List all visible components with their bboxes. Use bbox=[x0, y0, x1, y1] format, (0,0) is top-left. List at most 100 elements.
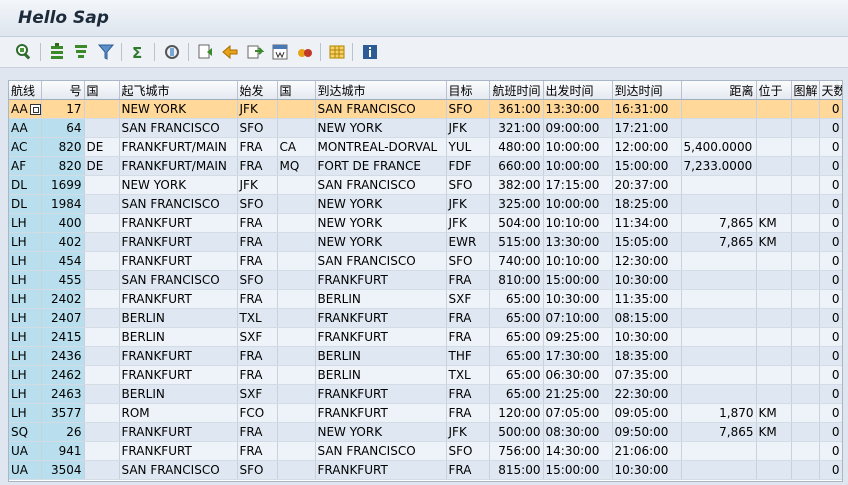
table-cell[interactable] bbox=[756, 156, 792, 176]
table-cell[interactable]: AA bbox=[9, 118, 42, 138]
table-cell[interactable]: 15:00:00 bbox=[612, 156, 682, 176]
table-cell[interactable]: FRA bbox=[446, 270, 490, 290]
table-cell[interactable]: SFO bbox=[446, 175, 490, 195]
table-cell[interactable]: NEW YORK bbox=[315, 118, 447, 138]
table-cell[interactable]: 0 bbox=[819, 213, 842, 233]
table-cell[interactable]: JFK bbox=[446, 194, 490, 214]
table-cell[interactable]: 08:15:00 bbox=[612, 308, 682, 328]
table-cell[interactable] bbox=[756, 365, 792, 385]
send-icon[interactable] bbox=[245, 42, 265, 62]
table-cell[interactable] bbox=[84, 194, 120, 214]
column-header[interactable]: 国 bbox=[84, 81, 120, 100]
table-cell[interactable]: AF bbox=[9, 156, 42, 176]
table-cell[interactable] bbox=[84, 118, 120, 138]
table-cell[interactable] bbox=[681, 460, 757, 480]
table-cell[interactable]: NEW YORK bbox=[315, 232, 447, 252]
table-cell[interactable] bbox=[277, 422, 316, 442]
filter-icon[interactable] bbox=[96, 42, 116, 62]
table-cell[interactable]: 0 bbox=[819, 441, 842, 461]
table-cell[interactable]: 12:00:00 bbox=[612, 137, 682, 157]
table-row[interactable]: UA 3504 SAN FRANCISCO SFO FRANKFURT FRA 815:00… bbox=[9, 460, 842, 480]
table-cell[interactable]: LH bbox=[9, 346, 42, 366]
table-cell[interactable] bbox=[277, 327, 316, 347]
table-cell[interactable]: AC bbox=[9, 137, 42, 157]
table-cell[interactable] bbox=[791, 137, 820, 157]
table-row[interactable]: UA 941 FRANKFURT FRA SAN FRANCISCO SFO 756:00 1… bbox=[9, 441, 842, 461]
word-icon[interactable] bbox=[270, 42, 290, 62]
table-cell[interactable] bbox=[756, 251, 792, 271]
table-cell[interactable] bbox=[756, 308, 792, 328]
table-cell[interactable]: FRA bbox=[446, 327, 490, 347]
table-cell[interactable] bbox=[277, 365, 316, 385]
table-cell[interactable]: 10:30:00 bbox=[612, 270, 682, 290]
table-cell[interactable] bbox=[791, 327, 820, 347]
table-cell[interactable]: 0 bbox=[819, 251, 842, 271]
sort-descending-icon[interactable] bbox=[71, 42, 91, 62]
table-cell[interactable]: 504:00 bbox=[489, 213, 544, 233]
table-cell[interactable]: FRANKFURT/MAIN bbox=[119, 156, 238, 176]
export-icon[interactable] bbox=[220, 42, 240, 62]
table-cell[interactable]: 08:30:00 bbox=[543, 422, 613, 442]
column-header[interactable]: 航线 bbox=[9, 81, 42, 100]
table-cell[interactable]: 07:05:00 bbox=[543, 403, 613, 423]
table-cell[interactable]: FORT DE FRANCE bbox=[315, 156, 447, 176]
table-cell[interactable]: 10:30:00 bbox=[612, 327, 682, 347]
table-cell[interactable] bbox=[791, 99, 820, 119]
table-cell[interactable]: SXF bbox=[446, 289, 490, 309]
table-cell[interactable] bbox=[277, 460, 316, 480]
table-cell[interactable]: SAN FRANCISCO bbox=[315, 99, 447, 119]
column-header[interactable]: 航班时间 bbox=[489, 81, 544, 100]
table-cell[interactable] bbox=[277, 384, 316, 404]
table-cell[interactable]: JFK bbox=[446, 118, 490, 138]
table-cell[interactable]: FRANKFURT bbox=[315, 308, 447, 328]
table-cell[interactable]: UA bbox=[9, 460, 42, 480]
table-cell[interactable]: FRANKFURT bbox=[315, 327, 447, 347]
table-cell[interactable]: KM bbox=[756, 213, 792, 233]
table-cell[interactable]: 2462 bbox=[41, 365, 85, 385]
table-cell[interactable]: FRA bbox=[237, 232, 278, 252]
table-cell[interactable]: FRANKFURT bbox=[119, 251, 238, 271]
table-cell[interactable]: 0 bbox=[819, 308, 842, 328]
table-cell[interactable] bbox=[277, 270, 316, 290]
table-cell[interactable] bbox=[791, 213, 820, 233]
table-cell[interactable]: SFO bbox=[446, 99, 490, 119]
table-cell[interactable] bbox=[681, 251, 757, 271]
table-cell[interactable]: 14:30:00 bbox=[543, 441, 613, 461]
table-cell[interactable] bbox=[681, 365, 757, 385]
table-cell[interactable] bbox=[681, 289, 757, 309]
table-cell[interactable]: 3577 bbox=[41, 403, 85, 423]
table-cell[interactable]: JFK bbox=[237, 99, 278, 119]
table-cell[interactable]: FRANKFURT bbox=[119, 289, 238, 309]
table-cell[interactable]: BERLIN bbox=[119, 384, 238, 404]
table-cell[interactable]: 2463 bbox=[41, 384, 85, 404]
table-cell[interactable]: JFK bbox=[237, 175, 278, 195]
table-cell[interactable]: 65:00 bbox=[489, 289, 544, 309]
table-cell[interactable] bbox=[84, 289, 120, 309]
table-cell[interactable]: 0 bbox=[819, 422, 842, 442]
table-cell[interactable]: BERLIN bbox=[119, 308, 238, 328]
table-cell[interactable]: 65:00 bbox=[489, 327, 544, 347]
table-cell[interactable]: BERLIN bbox=[315, 289, 447, 309]
table-cell[interactable]: FRA bbox=[237, 156, 278, 176]
details-icon[interactable] bbox=[14, 42, 34, 62]
table-cell[interactable] bbox=[84, 460, 120, 480]
table-cell[interactable]: TXL bbox=[237, 308, 278, 328]
table-cell[interactable]: 10:30:00 bbox=[612, 460, 682, 480]
table-cell[interactable]: 20:37:00 bbox=[612, 175, 682, 195]
table-cell[interactable] bbox=[84, 327, 120, 347]
table-cell[interactable] bbox=[84, 384, 120, 404]
table-cell[interactable]: SXF bbox=[237, 384, 278, 404]
table-cell[interactable]: LH bbox=[9, 365, 42, 385]
table-cell[interactable] bbox=[791, 251, 820, 271]
table-cell[interactable]: LH bbox=[9, 327, 42, 347]
row-details-icon[interactable] bbox=[29, 104, 40, 115]
table-cell[interactable]: SAN FRANCISCO bbox=[119, 460, 238, 480]
table-row[interactable]: DL 1699 NEW YORK JFK SAN FRANCISCO SFO 382:00 1… bbox=[9, 175, 842, 195]
table-cell[interactable] bbox=[756, 99, 792, 119]
table-cell[interactable]: FRANKFURT bbox=[119, 441, 238, 461]
table-row[interactable]: LH 3577 ROM FCO FRANKFURT FRA 120:00 07:05:00 09… bbox=[9, 403, 842, 423]
table-cell[interactable]: FRA bbox=[446, 384, 490, 404]
table-cell[interactable] bbox=[791, 460, 820, 480]
table-cell[interactable] bbox=[756, 327, 792, 347]
table-cell[interactable]: 0 bbox=[819, 137, 842, 157]
